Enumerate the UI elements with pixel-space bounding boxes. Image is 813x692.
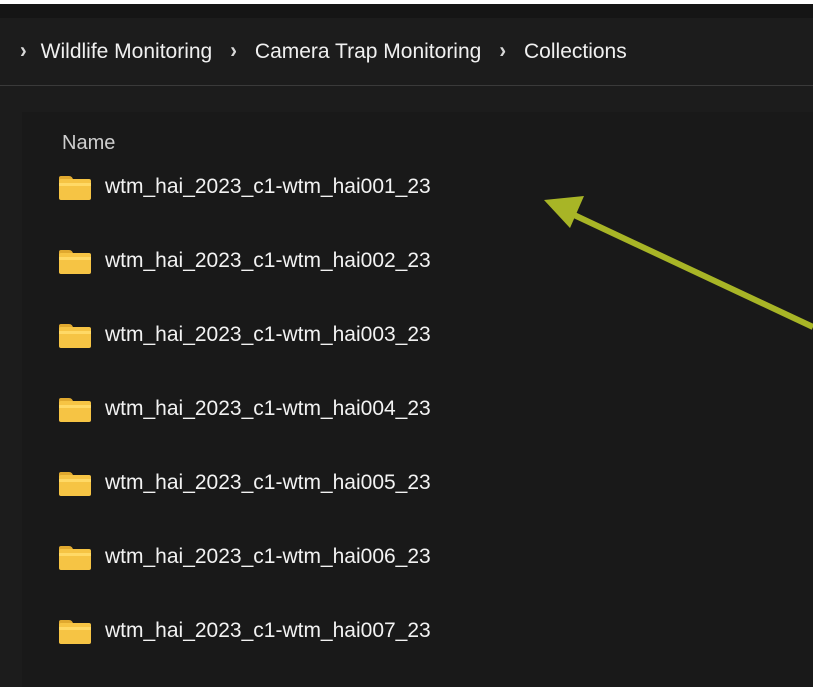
folder-icon xyxy=(59,250,91,274)
file-explorer-window: › Wildlife Monitoring › Camera Trap Moni… xyxy=(0,4,813,687)
list-item[interactable]: wtm_hai_2023_c1-wtm_hai007_23 xyxy=(59,618,431,692)
breadcrumb-item-collections[interactable]: Collections xyxy=(524,40,627,64)
list-item[interactable]: wtm_hai_2023_c1-wtm_hai001_23 xyxy=(59,174,431,248)
list-item[interactable]: wtm_hai_2023_c1-wtm_hai006_23 xyxy=(59,544,431,618)
column-header-name[interactable]: Name xyxy=(62,132,115,155)
list-item[interactable]: wtm_hai_2023_c1-wtm_hai005_23 xyxy=(59,470,431,544)
folder-icon xyxy=(59,324,91,348)
folder-name: wtm_hai_2023_c1-wtm_hai004_23 xyxy=(105,397,431,420)
title-bar-strip xyxy=(0,4,813,18)
folder-name: wtm_hai_2023_c1-wtm_hai003_23 xyxy=(105,323,431,346)
chevron-right-icon[interactable]: › xyxy=(230,39,237,64)
breadcrumb: › Wildlife Monitoring › Camera Trap Moni… xyxy=(0,18,813,86)
folder-name: wtm_hai_2023_c1-wtm_hai006_23 xyxy=(105,545,431,568)
chevron-right-icon[interactable]: › xyxy=(20,39,27,64)
folder-icon xyxy=(59,472,91,496)
folder-icon xyxy=(59,398,91,422)
breadcrumb-item-wildlife-monitoring[interactable]: Wildlife Monitoring xyxy=(41,40,213,64)
breadcrumb-item-camera-trap-monitoring[interactable]: Camera Trap Monitoring xyxy=(255,40,481,64)
list-item[interactable]: wtm_hai_2023_c1-wtm_hai002_23 xyxy=(59,248,431,322)
folder-list: wtm_hai_2023_c1-wtm_hai001_23 wtm_hai_20… xyxy=(59,174,431,692)
folder-name: wtm_hai_2023_c1-wtm_hai002_23 xyxy=(105,249,431,272)
folder-name: wtm_hai_2023_c1-wtm_hai005_23 xyxy=(105,471,431,494)
list-item[interactable]: wtm_hai_2023_c1-wtm_hai004_23 xyxy=(59,396,431,470)
folder-icon xyxy=(59,176,91,200)
folder-name: wtm_hai_2023_c1-wtm_hai007_23 xyxy=(105,619,431,642)
file-list-pane: Name wtm_hai_2023_c1-wtm_hai001_23 wtm_h… xyxy=(22,112,813,687)
folder-icon xyxy=(59,620,91,644)
folder-name: wtm_hai_2023_c1-wtm_hai001_23 xyxy=(105,175,431,198)
list-item[interactable]: wtm_hai_2023_c1-wtm_hai003_23 xyxy=(59,322,431,396)
screenshot-frame: › Wildlife Monitoring › Camera Trap Moni… xyxy=(0,0,813,687)
chevron-right-icon[interactable]: › xyxy=(499,39,506,64)
folder-icon xyxy=(59,546,91,570)
